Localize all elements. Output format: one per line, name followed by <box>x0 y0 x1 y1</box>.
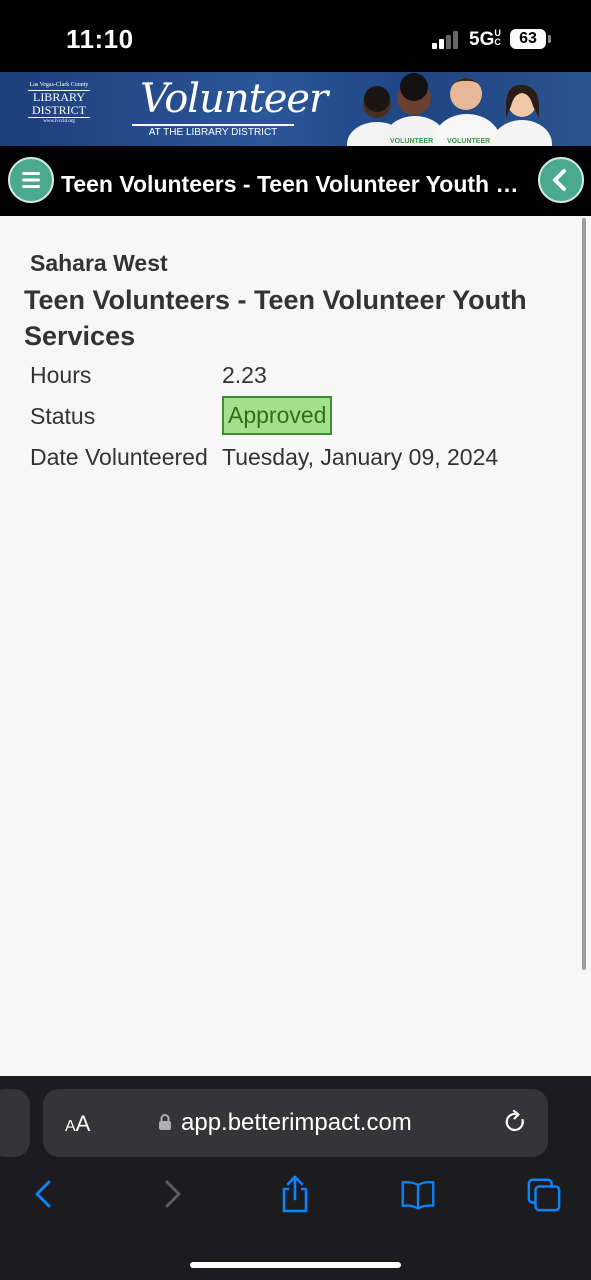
chevron-left-icon <box>553 169 566 191</box>
volunteer-logo-title: Volunteer <box>140 76 328 122</box>
status-label: Status <box>30 403 96 429</box>
page-title: Teen Volunteers - Teen Volunteer Youth S… <box>61 171 529 197</box>
status-time: 11:10 <box>66 24 134 54</box>
library-district-logo: Las Vegas-Clark County LIBRARY DISTRICT … <box>26 82 92 138</box>
address-bar[interactable]: AA app.betterimpact.com <box>43 1089 548 1157</box>
menu-button[interactable] <box>8 157 54 203</box>
status-bar: 11:10 5GUC 63 <box>0 0 591 72</box>
lock-icon <box>159 1114 171 1130</box>
shirt-text-2: VOLUNTEER <box>447 138 490 145</box>
hamburger-menu-icon <box>22 172 40 188</box>
volunteer-logo-subtitle: AT THE LIBRARY DISTRICT <box>132 124 294 138</box>
network-type: 5GUC <box>469 29 503 51</box>
library-logo-name: LIBRARY DISTRICT <box>28 90 90 118</box>
bookmarks-icon[interactable] <box>400 1174 436 1214</box>
library-logo-top: Las Vegas-Clark County <box>29 82 89 88</box>
cellular-signal-icon <box>432 31 462 49</box>
forward-icon[interactable] <box>154 1174 190 1214</box>
reload-icon[interactable] <box>502 1109 528 1135</box>
battery-tip <box>548 35 551 43</box>
date-label: Date Volunteered <box>30 444 208 470</box>
volunteers-photo: VOLUNTEER VOLUNTEER <box>347 73 552 146</box>
location-name: Sahara West <box>30 250 168 276</box>
volunteer-hours-detail: Sahara West Teen Volunteers - Teen Volun… <box>0 216 591 1076</box>
share-icon[interactable] <box>277 1174 313 1214</box>
app-title-bar: Teen Volunteers - Teen Volunteer Youth S… <box>0 146 591 216</box>
text-size-button[interactable]: AA <box>65 1111 90 1137</box>
browser-chrome: AA app.betterimpact.com <box>0 1076 591 1280</box>
volunteer-banner: Las Vegas-Clark County LIBRARY DISTRICT … <box>0 72 591 146</box>
url-text[interactable]: app.betterimpact.com <box>181 1109 412 1137</box>
network-main: 5G <box>469 29 495 50</box>
date-value: Tuesday, January 09, 2024 <box>222 444 499 470</box>
hours-label: Hours <box>30 362 92 388</box>
hours-value: 2.23 <box>222 362 267 388</box>
opportunity-title: Teen Volunteers - Teen Volunteer Youth S… <box>24 285 527 351</box>
library-logo-line2: DISTRICT <box>32 103 86 117</box>
scrollbar[interactable] <box>582 218 586 970</box>
home-indicator[interactable] <box>190 1262 401 1268</box>
back-icon[interactable] <box>26 1174 62 1214</box>
status-badge: Approved <box>222 396 333 435</box>
back-button[interactable] <box>538 157 584 203</box>
tabs-icon[interactable] <box>526 1174 562 1214</box>
library-logo-url: www.lvccld.org <box>43 119 75 124</box>
network-sup: UC <box>494 28 501 47</box>
previous-tab-preview[interactable] <box>0 1089 30 1157</box>
battery-level: 63 <box>510 29 546 49</box>
shirt-text-1: VOLUNTEER <box>390 138 433 145</box>
